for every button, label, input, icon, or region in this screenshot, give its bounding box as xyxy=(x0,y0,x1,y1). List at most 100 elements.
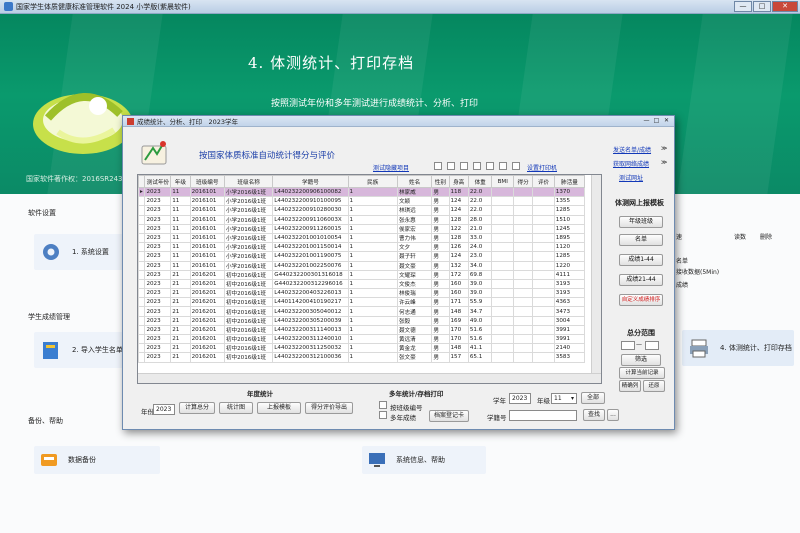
table-cell[interactable]: 2023 xyxy=(144,324,172,336)
table-cell[interactable] xyxy=(512,333,534,345)
table-cell[interactable]: 初中2016级1班 xyxy=(223,315,274,326)
table-cell[interactable]: 2023 xyxy=(144,269,172,280)
table-cell[interactable]: 65.1 xyxy=(467,352,493,363)
table-cell[interactable] xyxy=(512,324,534,336)
table-cell[interactable]: 22.0 xyxy=(467,196,493,207)
table-cell[interactable]: 171 xyxy=(448,297,469,308)
table-cell[interactable]: L440232201001150014 xyxy=(272,242,349,253)
test-web-link[interactable]: 测试网址 xyxy=(619,173,643,182)
restore-button[interactable]: 还原 xyxy=(643,380,665,392)
table-cell[interactable]: 1 xyxy=(347,324,398,336)
table-cell[interactable]: 男 xyxy=(431,306,450,317)
table-cell[interactable] xyxy=(532,324,555,336)
table-row[interactable]: 2023 21 2016201 初中2016级1班 L44023220030504001… xyxy=(138,306,586,317)
table-cell[interactable]: 2016201 xyxy=(189,269,225,280)
table-cell[interactable]: 1285 xyxy=(553,251,586,262)
table-cell[interactable]: 男 xyxy=(431,269,450,280)
table-cell[interactable]: 2023 xyxy=(144,223,172,234)
table-cell[interactable]: 小学2016级1班 xyxy=(223,205,274,216)
table-cell[interactable]: 1510 xyxy=(553,214,586,225)
table-cell[interactable]: 男 xyxy=(431,260,450,271)
table-cell[interactable]: 34.0 xyxy=(467,260,493,271)
table-cell[interactable]: L440232200311250032 xyxy=(272,343,349,354)
table-cell[interactable] xyxy=(512,251,534,262)
table-cell[interactable]: 2016101 xyxy=(189,260,225,271)
table-row[interactable]: ▸ 2023 11 2016101 小学2016级1班 L4402322009061000… xyxy=(138,186,586,198)
table-cell[interactable]: 34.7 xyxy=(467,306,493,317)
table-cell[interactable]: 2016101 xyxy=(189,232,225,244)
table-cell[interactable] xyxy=(512,205,534,216)
table-cell[interactable] xyxy=(532,205,555,216)
table-cell[interactable]: 初中2016级1班 xyxy=(223,333,274,345)
table-cell[interactable]: 男 xyxy=(431,288,450,299)
table-cell[interactable]: 51.6 xyxy=(467,333,493,345)
table-cell[interactable]: 小学2016级1班 xyxy=(223,251,274,262)
table-cell[interactable]: L440114200410190217 xyxy=(272,297,349,308)
table-cell[interactable]: 林琪远 xyxy=(396,205,433,216)
table-cell[interactable]: L440232201002250076 xyxy=(272,260,349,271)
table-cell[interactable]: 3193 xyxy=(553,278,586,290)
table-cell[interactable]: 林俊瑞 xyxy=(396,288,433,299)
system-info-panel[interactable]: 系统信息、帮助 xyxy=(362,446,486,474)
table-cell[interactable]: 2023 xyxy=(144,260,172,271)
table-row[interactable]: 2023 21 2016201 初中2016级1班 L44023220031210003… xyxy=(138,352,586,363)
table-cell[interactable] xyxy=(491,186,514,198)
table-cell[interactable] xyxy=(491,333,514,345)
table-cell[interactable]: 33.0 xyxy=(467,232,493,244)
table-cell[interactable] xyxy=(532,260,555,271)
table-cell[interactable] xyxy=(532,278,555,290)
table-cell[interactable] xyxy=(491,306,514,317)
table-cell[interactable]: 21 xyxy=(170,269,191,280)
table-cell[interactable]: 文耀琛 xyxy=(396,269,433,280)
table-cell[interactable] xyxy=(491,278,514,290)
table-cell[interactable]: 男 xyxy=(431,333,450,345)
table-row[interactable]: 2023 21 2016201 初中2016级1班 G44023220030131601… xyxy=(138,269,586,280)
table-cell[interactable]: 11 xyxy=(170,214,191,225)
table-cell[interactable]: 124 xyxy=(448,251,469,262)
table-cell[interactable]: L440232200305040012 xyxy=(272,306,349,317)
table-cell[interactable]: 2016101 xyxy=(189,214,225,225)
table-cell[interactable]: 124 xyxy=(448,205,469,216)
table-cell[interactable]: 2023 xyxy=(144,186,172,198)
table-cell[interactable]: 1 xyxy=(347,269,398,280)
table-cell[interactable] xyxy=(491,269,514,280)
column-checkbox-2[interactable] xyxy=(447,162,455,170)
dialog-minimize-button[interactable]: — xyxy=(642,117,651,125)
table-cell[interactable] xyxy=(532,297,555,308)
column-header[interactable]: 评价 xyxy=(532,175,555,188)
table-cell[interactable]: L440232200311240010 xyxy=(272,333,349,345)
grades-21-44-button[interactable]: 成绩21-44 xyxy=(619,274,663,286)
table-cell[interactable]: 男 xyxy=(431,205,450,216)
table-cell[interactable]: 何志通 xyxy=(396,306,433,317)
table-row[interactable]: 2023 21 2016201 初中2016级1班 G44023220031229601… xyxy=(138,278,586,290)
table-cell[interactable]: 11 xyxy=(170,242,191,253)
table-cell[interactable]: 122 xyxy=(448,223,469,234)
table-cell[interactable]: 11 xyxy=(170,205,191,216)
table-cell[interactable]: 张永惠 xyxy=(396,214,433,225)
table-cell[interactable]: 22.0 xyxy=(467,205,493,216)
table-cell[interactable] xyxy=(532,232,555,244)
table-cell[interactable]: 69.8 xyxy=(467,269,493,280)
table-cell[interactable]: 1 xyxy=(347,196,398,207)
table-cell[interactable]: 男 xyxy=(431,352,450,363)
table-cell[interactable]: 128 xyxy=(448,232,469,244)
table-cell[interactable]: 男 xyxy=(431,278,450,290)
table-cell[interactable] xyxy=(512,232,534,244)
table-cell[interactable] xyxy=(512,186,534,198)
table-cell[interactable]: 男 xyxy=(431,186,450,198)
table-cell[interactable]: 小学2016级1班 xyxy=(223,196,274,207)
get-grades-arrow[interactable]: ≫ xyxy=(661,159,667,166)
table-cell[interactable]: 51.6 xyxy=(467,324,493,336)
table-cell[interactable]: 126 xyxy=(448,242,469,253)
archive-card-button[interactable]: 档案登记卡 xyxy=(429,410,469,422)
table-cell[interactable]: L440232200911260015 xyxy=(272,223,349,234)
grades-1-44-button[interactable]: 成绩1-44 xyxy=(619,254,663,266)
table-cell[interactable]: 49.0 xyxy=(467,315,493,326)
table-cell[interactable]: 林家威 xyxy=(396,186,433,198)
table-cell[interactable]: 初中2016级1班 xyxy=(223,269,274,280)
table-cell[interactable]: 55.9 xyxy=(467,297,493,308)
column-header[interactable]: 班级名称 xyxy=(223,175,274,188)
table-cell[interactable] xyxy=(512,315,534,326)
table-cell[interactable]: 28.0 xyxy=(467,214,493,225)
custom-sort-button[interactable]: 自定义成绩排序 xyxy=(619,294,663,306)
